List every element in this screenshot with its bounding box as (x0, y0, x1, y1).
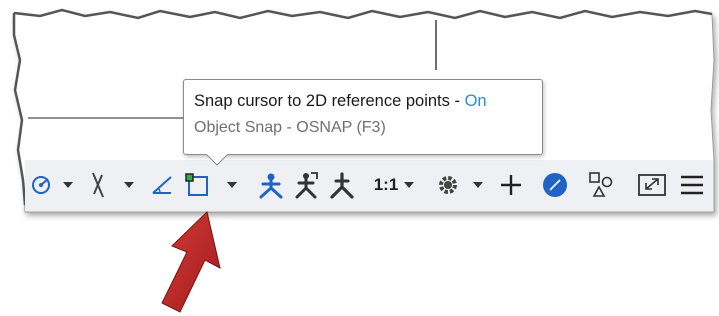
object-snap-icon[interactable] (183, 171, 213, 201)
orthogonal-icon[interactable] (85, 171, 111, 199)
annotation-scale-figure-icon[interactable] (327, 170, 357, 200)
isometric-drafting-icon[interactable] (149, 172, 175, 198)
plus-icon[interactable] (498, 171, 524, 199)
chevron-down-icon (404, 182, 415, 188)
chevron-down-icon[interactable] (62, 178, 74, 192)
polar-tracking-icon[interactable] (29, 173, 53, 197)
red-arrow-icon (161, 211, 221, 313)
status-bar: 1:1 (25, 160, 713, 211)
isolate-objects-icon[interactable] (540, 170, 570, 200)
annotation-scale-label: 1:1 (373, 175, 399, 194)
customization-menu-icon[interactable] (677, 171, 707, 199)
tooltip-state: On (464, 92, 487, 110)
osnap-tooltip: Snap cursor to 2D reference points - On … (183, 79, 543, 155)
tooltip-title-text: Snap cursor to 2D reference points - (194, 92, 465, 110)
tooltip-subtitle: Object Snap - OSNAP (F3) (194, 119, 386, 136)
tooltip-pointer (206, 154, 228, 166)
workspace-gear-icon[interactable] (435, 172, 461, 198)
tooltip-title: Snap cursor to 2D reference points - On (194, 92, 542, 111)
annotation-visibility-icon[interactable] (256, 170, 286, 200)
hardware-acceleration-icon[interactable] (585, 169, 617, 201)
chevron-down-icon[interactable] (472, 178, 484, 192)
annotation-scale[interactable]: 1:1 (368, 172, 420, 198)
chevron-down-icon[interactable] (123, 178, 135, 192)
clean-screen-icon[interactable] (637, 171, 667, 199)
auto-scale-icon[interactable] (291, 170, 321, 200)
chevron-down-icon[interactable] (226, 178, 238, 192)
